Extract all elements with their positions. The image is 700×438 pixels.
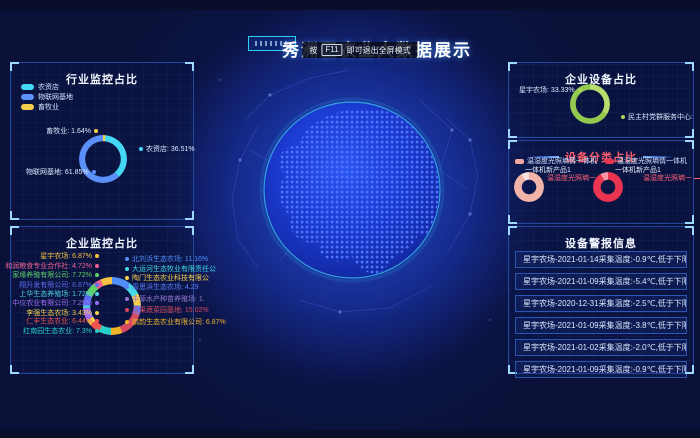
legend-swatch-icon — [21, 84, 34, 90]
chart-label: 和润粮食专业合作社: 4.72% — [5, 263, 99, 271]
chart-label: 畜牧业: 1.64% — [46, 126, 98, 136]
alarm-row: 星宇农场-2021-01-02采集温度:-2.0℃,低于下限:0℃ — [515, 339, 687, 356]
bottom-bar — [0, 430, 700, 438]
legend-label: 畜牧业 — [38, 102, 59, 112]
chart-label: 上华生态养殖场: 1.72% — [19, 291, 99, 299]
tip-prefix: 按 — [309, 45, 317, 56]
chart-label: 瓜果蔬菜园基地: 15.02% — [125, 307, 209, 315]
chart-label: 李强生态农场: 3.43% — [26, 310, 99, 318]
chart-label: 红南园生态农业: 7.3% — [23, 328, 99, 336]
alarm-row: 星宇农场-2021-01-09采集温度:-3.8℃,低于下限:0℃ — [515, 317, 687, 334]
panel-industry-monitor: 行业监控占比 农资店物联网基地畜牧业 畜牧业: 1.64% 农资店: 36.51… — [10, 62, 194, 220]
legend-item[interactable]: 农资店 — [21, 82, 73, 92]
legend-item[interactable]: 物联网基地 — [21, 92, 73, 102]
device-class-left-donut-chart[interactable] — [514, 172, 544, 202]
alarm-list: 星宇农场-2021-01-14采集温度:-0.9℃,低于下限:0℃ 星宇农场-20… — [515, 251, 687, 383]
chart-label: 周思浜生态农场: 4.29 — [125, 284, 199, 292]
legend-swatch-icon — [21, 104, 34, 110]
panel-device-classification: 设备分类占比 温湿度光照墒情一体机 温湿度光照墒情一体机 一体机新产品1 一体机… — [508, 140, 694, 224]
industry-legend: 农资店物联网基地畜牧业 — [21, 82, 73, 112]
chart-label: 翔升发有限公司: 6.87% — [19, 282, 99, 290]
chart-label: 星宇农场: 33.33% — [519, 85, 582, 95]
legend-item[interactable]: 畜牧业 — [21, 102, 73, 112]
alarm-row: 星宇农场-2021-01-14采集温度:-0.9℃,低于下限:0℃ — [515, 251, 687, 268]
chart-label: 中仪农业有限公司: 7.29% — [12, 300, 99, 308]
chart-label: 民主村党群服务中心: — [621, 112, 693, 122]
chart-label: 仁丰生态农业: 6.44% — [26, 318, 99, 326]
legend-swatch-icon — [21, 94, 34, 100]
chart-label: 鹏韵生态农业有限公司: 6.87% — [125, 319, 226, 327]
legend-label: 农资店 — [38, 82, 59, 92]
chart-label: 温湿度光照墒一 — [643, 173, 700, 183]
tip-suffix: 即可退出全屏模式 — [347, 45, 411, 56]
legend-label: 物联网基地 — [38, 92, 73, 102]
chart-label: 丰源水产种苗养殖场: 1. — [125, 296, 205, 304]
alarm-row: 星宇农场-2021-01-09采集温度:-0.9℃,低于下限:0℃ — [515, 361, 687, 378]
alarm-row: 星宇农场-2020-12-31采集温度:-2.5℃,低于下限:0℃ — [515, 295, 687, 312]
top-bar — [0, 0, 700, 10]
chart-label: 家缘养殖有限公司: 7.72% — [12, 272, 99, 280]
chart-label: 物联网基地: 61.85% — [26, 167, 96, 177]
dashboard: 秀洲区农业大数据展示 按 F11 即可退出全屏模式 行业监控占比 农资店物联网基… — [0, 0, 700, 438]
chart-label: 农资店: 36.51% — [139, 144, 195, 154]
legend-swatch-icon — [605, 159, 614, 164]
chart-label: 大运河生态牧业有限责任公 — [125, 266, 216, 274]
panel-device-ratio: 企业设备占比 星宇农场: 33.33% 民主村党群服务中心: — [508, 62, 694, 138]
alarm-row: 星宇农场-2021-01-09采集温度:-5.4℃,低于下限:0℃ — [515, 273, 687, 290]
chart-label: 陶门生态农业科技有限公 — [125, 275, 209, 283]
legend-swatch-icon — [515, 159, 524, 164]
panel-device-alarms: 设备警报信息 星宇农场-2021-01-14采集温度:-0.9℃,低于下限:0℃… — [508, 226, 694, 374]
panel-title: 企业监控占比 — [11, 227, 193, 251]
device-class-right-donut-chart[interactable] — [593, 172, 623, 202]
panel-enterprise-monitor: 企业监控占比 星宇农场: 6.87%和润粮食专业合作社: 4.72%家缘养殖有限… — [10, 226, 194, 374]
panel-title: 设备警报信息 — [509, 227, 693, 251]
panel-title: 企业设备占比 — [509, 63, 693, 87]
fullscreen-tip: 按 F11 即可退出全屏模式 — [302, 42, 417, 58]
chart-label: 星宇农场: 6.87% — [40, 253, 99, 261]
chart-label: 北刘浜生态农场: 11.16% — [125, 256, 208, 264]
f11-key-badge: F11 — [321, 44, 342, 56]
